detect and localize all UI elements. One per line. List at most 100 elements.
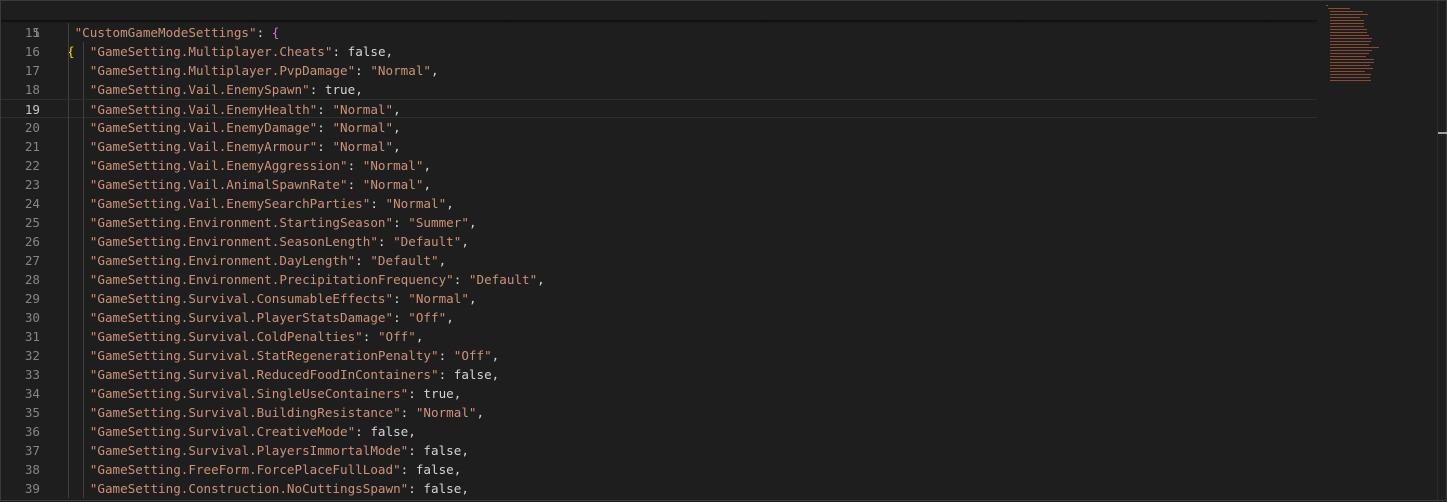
colon-separator: : (400, 405, 416, 420)
indent-guide (68, 460, 69, 479)
json-string-value: "Off" (377, 329, 416, 344)
code-line[interactable]: 16 "GameSetting.Multiplayer.Cheats": fals… (1, 42, 1317, 61)
minimap-line (1330, 41, 1371, 42)
code-line[interactable]: 33 "GameSetting.Survival.ReducedFoodInCon… (1, 365, 1317, 384)
code-line[interactable]: 32 "GameSetting.Survival.StatRegeneration… (1, 346, 1317, 365)
code-editor[interactable]: 1 { 15 "CustomGameModeSettings": {16 "Game… (0, 0, 1447, 502)
comma: , (415, 329, 424, 344)
line-number: 37 (24, 443, 40, 458)
line-number: 35 (24, 405, 40, 420)
line-number: 33 (24, 367, 40, 382)
json-key: "GameSetting.Environment.StartingSeason" (89, 215, 394, 230)
code-line[interactable]: 23 "GameSetting.Vail.AnimalSpawnRate": "N… (1, 175, 1317, 194)
line-number: 19 (24, 102, 40, 117)
json-key: "GameSetting.Survival.PlayersImmortalMod… (89, 443, 409, 458)
minimap-line (1330, 29, 1367, 30)
line-number: 30 (24, 310, 40, 325)
code-line[interactable]: 22 "GameSetting.Vail.EnemyAggression": "N… (1, 156, 1317, 175)
colon-separator: : (332, 44, 348, 59)
indent-guide (68, 251, 69, 270)
code-line[interactable]: 26 "GameSetting.Environment.SeasonLength"… (1, 232, 1317, 251)
json-string-value: "Default" (370, 253, 439, 268)
code-text: "GameSetting.Vail.EnemyDamage": "Normal"… (90, 118, 401, 137)
indent-guide (68, 365, 69, 384)
line-number: 29 (24, 291, 40, 306)
code-line[interactable]: 29 "GameSetting.Survival.ConsumableEffect… (1, 289, 1317, 308)
minimap-line (1330, 20, 1364, 21)
json-key: "GameSetting.Environment.PrecipitationFr… (89, 272, 454, 287)
code-line[interactable]: 15 "CustomGameModeSettings": { (1, 23, 1317, 42)
code-text: "GameSetting.Survival.ConsumableEffects"… (90, 289, 477, 308)
indent-guide (83, 118, 84, 137)
code-line[interactable]: 25 "GameSetting.Environment.StartingSeaso… (1, 213, 1317, 232)
minimap-line (1330, 56, 1366, 57)
vertical-scrollbar[interactable] (1437, 1, 1447, 502)
scrollbar-cursor-marker (1438, 132, 1447, 134)
colon-separator: : (453, 272, 469, 287)
json-key: "GameSetting.Multiplayer.Cheats" (89, 44, 333, 59)
line-number: 38 (24, 462, 40, 477)
colon-separator: : (256, 25, 272, 40)
json-boolean-value: true, (324, 82, 363, 97)
json-string-value: "Default" (393, 234, 462, 249)
json-string-value: "Normal" (408, 291, 469, 306)
colon-separator: : (317, 139, 333, 154)
indent-guide (83, 384, 84, 403)
indent-guide (68, 23, 69, 42)
indent-guide (68, 403, 69, 422)
indent-guide (83, 460, 84, 479)
code-line[interactable]: 39 "GameSetting.Construction.NoCuttingsSp… (1, 479, 1317, 498)
comma: , (468, 291, 477, 306)
line-number: 17 (24, 63, 40, 78)
code-text: "GameSetting.FreeForm.ForcePlaceFullLoad… (90, 460, 462, 479)
line-number: 39 (24, 481, 40, 496)
code-line[interactable]: 37 "GameSetting.Survival.PlayersImmortalM… (1, 441, 1317, 460)
minimap-line (1330, 47, 1379, 48)
code-line[interactable]: 38 "GameSetting.FreeForm.ForcePlaceFullLo… (1, 460, 1317, 479)
comma: , (431, 63, 439, 78)
open-brace: { (271, 25, 280, 40)
json-string-value: "Normal" (362, 158, 424, 173)
indent-guide (83, 327, 84, 346)
json-boolean-value: false, (370, 424, 416, 439)
code-line[interactable]: 35 "GameSetting.Survival.BuildingResistan… (1, 403, 1317, 422)
code-line[interactable]: 28 "GameSetting.Environment.Precipitation… (1, 270, 1317, 289)
code-text: "GameSetting.Environment.SeasonLength": … (90, 232, 469, 251)
comma: , (476, 405, 485, 420)
json-key: "GameSetting.Survival.StatRegenerationPe… (89, 348, 439, 363)
code-line[interactable]: 24 "GameSetting.Vail.EnemySearchParties":… (1, 194, 1317, 213)
json-string-value: "Default" (468, 272, 538, 287)
code-line[interactable]: 30 "GameSetting.Survival.PlayerStatsDamag… (1, 308, 1317, 327)
code-line[interactable]: 27 "GameSetting.Environment.DayLength": "… (1, 251, 1317, 270)
json-key: "GameSetting.Vail.EnemySearchParties" (89, 196, 371, 211)
code-line[interactable]: 18 "GameSetting.Vail.EnemySpawn": true, (1, 80, 1317, 99)
minimap-line (1326, 5, 1328, 6)
minimap[interactable] (1321, 1, 1436, 502)
code-line[interactable]: 36 "GameSetting.Survival.CreativeMode": f… (1, 422, 1317, 441)
minimap-line (1330, 65, 1370, 66)
json-string-value: "Normal" (362, 177, 424, 192)
minimap-line (1330, 44, 1369, 45)
indent-guide (68, 289, 69, 308)
colon-separator: : (317, 120, 333, 135)
json-string-value: "Normal" (332, 102, 394, 117)
minimap-line (1330, 74, 1371, 75)
code-line[interactable]: 31 "GameSetting.Survival.ColdPenalties": … (1, 327, 1317, 346)
minimap-line (1330, 62, 1374, 63)
indent-guide (83, 270, 84, 289)
indent-guide (68, 422, 69, 441)
json-string-value: "Normal" (332, 139, 394, 154)
code-line[interactable]: 17 "GameSetting.Multiplayer.PvpDamage": "… (1, 61, 1317, 80)
code-line[interactable]: 21 "GameSetting.Vail.EnemyArmour": "Norma… (1, 137, 1317, 156)
json-key: "GameSetting.Multiplayer.PvpDamage" (89, 63, 356, 78)
minimap-line (1330, 71, 1365, 72)
code-line[interactable]: 19 "GameSetting.Vail.EnemyHealth": "Norma… (1, 99, 1317, 119)
code-text: "GameSetting.Survival.ColdPenalties": "O… (90, 327, 424, 346)
code-line[interactable]: 20 "GameSetting.Vail.EnemyDamage": "Norma… (1, 118, 1317, 137)
code-line[interactable]: 34 "GameSetting.Survival.SingleUseContain… (1, 384, 1317, 403)
minimap-line (1330, 59, 1374, 60)
indent-guide (83, 403, 84, 422)
line-number: 22 (24, 158, 40, 173)
code-text: "GameSetting.Construction.NoCuttingsSpaw… (90, 479, 469, 498)
indent-guide (68, 479, 69, 498)
